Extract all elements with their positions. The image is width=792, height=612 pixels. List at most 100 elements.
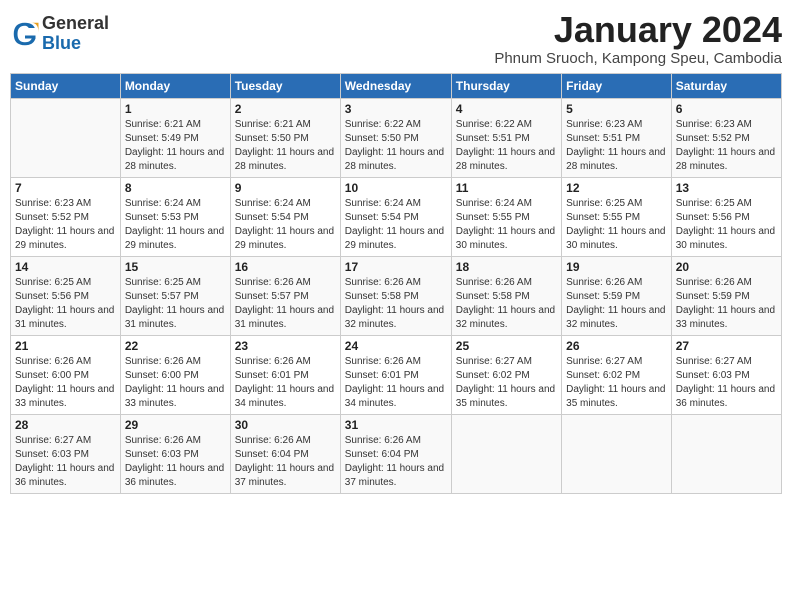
- col-tuesday: Tuesday: [230, 73, 340, 98]
- day-data: Sunrise: 6:26 AM Sunset: 5:57 PM Dayligh…: [235, 276, 336, 332]
- day-number: 24: [345, 339, 447, 353]
- col-monday: Monday: [120, 73, 230, 98]
- calendar-cell: 16 Sunrise: 6:26 AM Sunset: 5:57 PM Dayl…: [230, 256, 340, 335]
- calendar-cell: 14 Sunrise: 6:25 AM Sunset: 5:56 PM Dayl…: [11, 256, 121, 335]
- calendar-cell: 6 Sunrise: 6:23 AM Sunset: 5:52 PM Dayli…: [671, 98, 781, 177]
- day-data: Sunrise: 6:26 AM Sunset: 6:01 PM Dayligh…: [235, 355, 336, 411]
- calendar-cell: 4 Sunrise: 6:22 AM Sunset: 5:51 PM Dayli…: [451, 98, 561, 177]
- calendar-cell: 2 Sunrise: 6:21 AM Sunset: 5:50 PM Dayli…: [230, 98, 340, 177]
- day-number: 5: [566, 102, 667, 116]
- day-number: 19: [566, 260, 667, 274]
- day-number: 28: [15, 418, 116, 432]
- calendar-cell: 17 Sunrise: 6:26 AM Sunset: 5:58 PM Dayl…: [340, 256, 451, 335]
- day-number: 7: [15, 181, 116, 195]
- col-friday: Friday: [562, 73, 672, 98]
- day-data: Sunrise: 6:27 AM Sunset: 6:03 PM Dayligh…: [676, 355, 777, 411]
- day-number: 17: [345, 260, 447, 274]
- day-number: 18: [456, 260, 557, 274]
- day-number: 15: [125, 260, 226, 274]
- logo-general: General: [42, 14, 109, 34]
- day-number: 13: [676, 181, 777, 195]
- logo: General Blue: [10, 14, 109, 54]
- day-number: 1: [125, 102, 226, 116]
- col-saturday: Saturday: [671, 73, 781, 98]
- day-data: Sunrise: 6:26 AM Sunset: 6:04 PM Dayligh…: [345, 434, 447, 490]
- day-data: Sunrise: 6:26 AM Sunset: 6:00 PM Dayligh…: [125, 355, 226, 411]
- calendar-cell: 13 Sunrise: 6:25 AM Sunset: 5:56 PM Dayl…: [671, 177, 781, 256]
- day-number: 3: [345, 102, 447, 116]
- day-data: Sunrise: 6:22 AM Sunset: 5:51 PM Dayligh…: [456, 118, 557, 174]
- day-number: 29: [125, 418, 226, 432]
- day-data: Sunrise: 6:27 AM Sunset: 6:02 PM Dayligh…: [456, 355, 557, 411]
- calendar-cell: 19 Sunrise: 6:26 AM Sunset: 5:59 PM Dayl…: [562, 256, 672, 335]
- day-number: 25: [456, 339, 557, 353]
- day-data: Sunrise: 6:21 AM Sunset: 5:50 PM Dayligh…: [235, 118, 336, 174]
- day-number: 12: [566, 181, 667, 195]
- logo-icon: [10, 19, 40, 49]
- calendar-row: 28 Sunrise: 6:27 AM Sunset: 6:03 PM Dayl…: [11, 414, 782, 493]
- title-block: January 2024 Phnum Sruoch, Kampong Speu,…: [494, 10, 782, 67]
- calendar-cell: 31 Sunrise: 6:26 AM Sunset: 6:04 PM Dayl…: [340, 414, 451, 493]
- calendar-cell: 25 Sunrise: 6:27 AM Sunset: 6:02 PM Dayl…: [451, 335, 561, 414]
- calendar-cell: 29 Sunrise: 6:26 AM Sunset: 6:03 PM Dayl…: [120, 414, 230, 493]
- day-data: Sunrise: 6:21 AM Sunset: 5:49 PM Dayligh…: [125, 118, 226, 174]
- calendar-cell: 21 Sunrise: 6:26 AM Sunset: 6:00 PM Dayl…: [11, 335, 121, 414]
- location-title: Phnum Sruoch, Kampong Speu, Cambodia: [494, 50, 782, 67]
- day-number: 22: [125, 339, 226, 353]
- col-sunday: Sunday: [11, 73, 121, 98]
- day-data: Sunrise: 6:25 AM Sunset: 5:57 PM Dayligh…: [125, 276, 226, 332]
- col-thursday: Thursday: [451, 73, 561, 98]
- day-number: 23: [235, 339, 336, 353]
- day-data: Sunrise: 6:26 AM Sunset: 6:01 PM Dayligh…: [345, 355, 447, 411]
- day-data: Sunrise: 6:26 AM Sunset: 6:03 PM Dayligh…: [125, 434, 226, 490]
- day-number: 9: [235, 181, 336, 195]
- day-number: 2: [235, 102, 336, 116]
- calendar-cell: [11, 98, 121, 177]
- day-number: 21: [15, 339, 116, 353]
- calendar-row: 7 Sunrise: 6:23 AM Sunset: 5:52 PM Dayli…: [11, 177, 782, 256]
- page-header: General Blue January 2024 Phnum Sruoch, …: [10, 10, 782, 67]
- day-data: Sunrise: 6:24 AM Sunset: 5:53 PM Dayligh…: [125, 197, 226, 253]
- day-data: Sunrise: 6:26 AM Sunset: 5:59 PM Dayligh…: [676, 276, 777, 332]
- calendar-cell: 8 Sunrise: 6:24 AM Sunset: 5:53 PM Dayli…: [120, 177, 230, 256]
- day-data: Sunrise: 6:26 AM Sunset: 5:58 PM Dayligh…: [345, 276, 447, 332]
- calendar-cell: 27 Sunrise: 6:27 AM Sunset: 6:03 PM Dayl…: [671, 335, 781, 414]
- calendar-row: 21 Sunrise: 6:26 AM Sunset: 6:00 PM Dayl…: [11, 335, 782, 414]
- day-data: Sunrise: 6:27 AM Sunset: 6:03 PM Dayligh…: [15, 434, 116, 490]
- calendar-cell: 18 Sunrise: 6:26 AM Sunset: 5:58 PM Dayl…: [451, 256, 561, 335]
- day-number: 20: [676, 260, 777, 274]
- day-number: 27: [676, 339, 777, 353]
- calendar-cell: 30 Sunrise: 6:26 AM Sunset: 6:04 PM Dayl…: [230, 414, 340, 493]
- calendar-cell: 7 Sunrise: 6:23 AM Sunset: 5:52 PM Dayli…: [11, 177, 121, 256]
- calendar-row: 14 Sunrise: 6:25 AM Sunset: 5:56 PM Dayl…: [11, 256, 782, 335]
- day-data: Sunrise: 6:26 AM Sunset: 6:04 PM Dayligh…: [235, 434, 336, 490]
- calendar-cell: 3 Sunrise: 6:22 AM Sunset: 5:50 PM Dayli…: [340, 98, 451, 177]
- day-data: Sunrise: 6:25 AM Sunset: 5:55 PM Dayligh…: [566, 197, 667, 253]
- day-number: 10: [345, 181, 447, 195]
- header-row: Sunday Monday Tuesday Wednesday Thursday…: [11, 73, 782, 98]
- calendar-cell: [451, 414, 561, 493]
- calendar-cell: [562, 414, 672, 493]
- month-title: January 2024: [494, 10, 782, 50]
- day-data: Sunrise: 6:22 AM Sunset: 5:50 PM Dayligh…: [345, 118, 447, 174]
- calendar-cell: 26 Sunrise: 6:27 AM Sunset: 6:02 PM Dayl…: [562, 335, 672, 414]
- logo-blue: Blue: [42, 34, 109, 54]
- calendar-cell: 20 Sunrise: 6:26 AM Sunset: 5:59 PM Dayl…: [671, 256, 781, 335]
- calendar-cell: [671, 414, 781, 493]
- calendar-cell: 15 Sunrise: 6:25 AM Sunset: 5:57 PM Dayl…: [120, 256, 230, 335]
- logo-text: General Blue: [42, 14, 109, 54]
- day-number: 6: [676, 102, 777, 116]
- day-number: 11: [456, 181, 557, 195]
- day-data: Sunrise: 6:26 AM Sunset: 5:58 PM Dayligh…: [456, 276, 557, 332]
- day-data: Sunrise: 6:25 AM Sunset: 5:56 PM Dayligh…: [676, 197, 777, 253]
- day-data: Sunrise: 6:24 AM Sunset: 5:55 PM Dayligh…: [456, 197, 557, 253]
- day-data: Sunrise: 6:27 AM Sunset: 6:02 PM Dayligh…: [566, 355, 667, 411]
- col-wednesday: Wednesday: [340, 73, 451, 98]
- calendar-cell: 22 Sunrise: 6:26 AM Sunset: 6:00 PM Dayl…: [120, 335, 230, 414]
- calendar-cell: 28 Sunrise: 6:27 AM Sunset: 6:03 PM Dayl…: [11, 414, 121, 493]
- calendar-cell: 12 Sunrise: 6:25 AM Sunset: 5:55 PM Dayl…: [562, 177, 672, 256]
- day-data: Sunrise: 6:23 AM Sunset: 5:51 PM Dayligh…: [566, 118, 667, 174]
- calendar-cell: 11 Sunrise: 6:24 AM Sunset: 5:55 PM Dayl…: [451, 177, 561, 256]
- day-number: 16: [235, 260, 336, 274]
- day-number: 4: [456, 102, 557, 116]
